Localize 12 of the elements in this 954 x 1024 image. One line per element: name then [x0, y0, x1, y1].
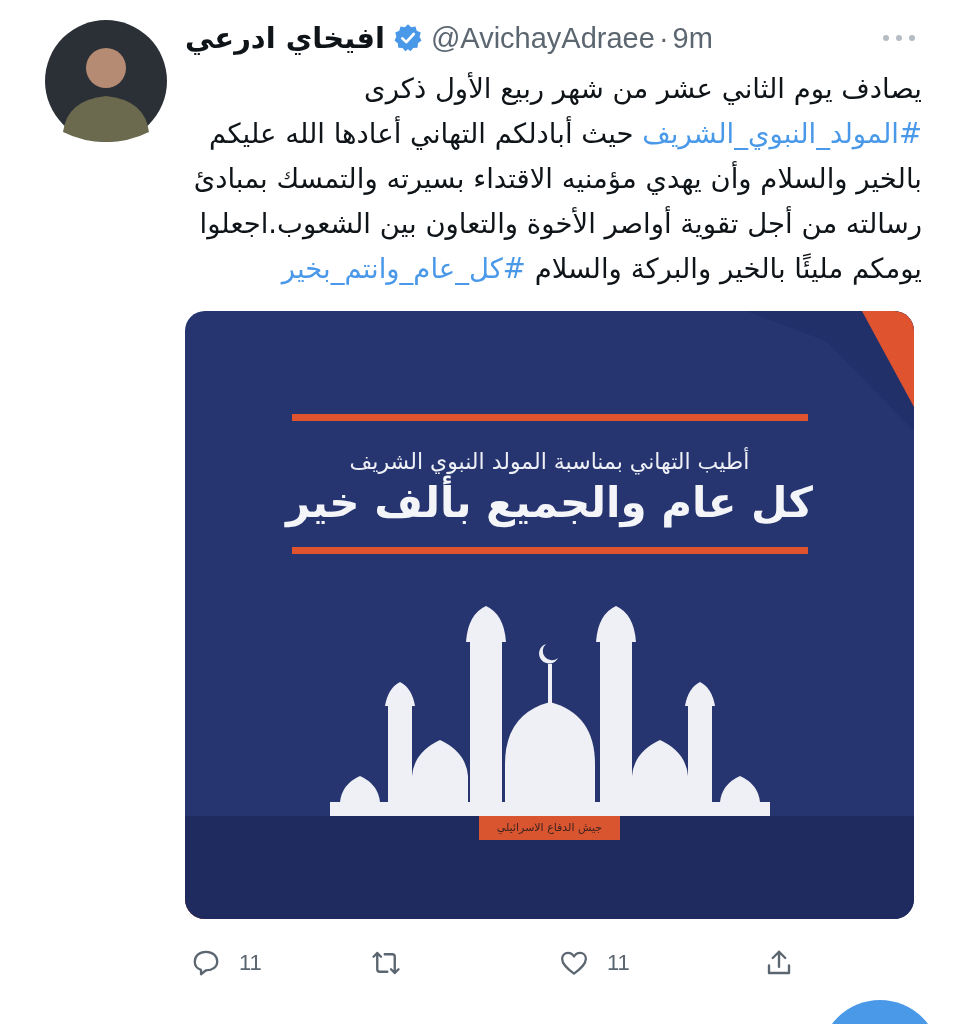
like-button[interactable]: 11	[559, 948, 630, 978]
image-subtitle: أطيب التهاني بمناسبة المولد النبوي الشريف	[349, 449, 750, 474]
tweet-text: يصادف يوم الثاني عشر من شهر ربيع الأول ذكرى #المولد_النبوي_الشريف حيث أبادلكم التهاني أعادها الله عليكم بالخير والسلام وأن يهدي مؤمنيه الاقتداء بسيرته والتمسك بمبادئ رسالته من أجل تقوية أواصر الأخوة والتعاون بين الشعوب.اجعلوا يومكم مليئًا بالخير والبركة والسلام #كل_عام_وانتم_بخير	[192, 71, 922, 287]
separator-dot: ·	[658, 21, 669, 55]
reply-icon[interactable]	[191, 948, 221, 978]
avatar[interactable]	[45, 20, 167, 142]
tweet-time[interactable]: 9m	[672, 21, 713, 55]
logo-label: جيش الدفاع الاسرائيلي	[478, 816, 621, 840]
greeting-image[interactable]: أطيب التهاني بمناسبة المولد النبوي الشريف كل عام والجميع بألف خير جيش الدفاع الاسرائيلي	[185, 311, 914, 919]
author-handle[interactable]: @AvichayAdraee	[430, 21, 655, 55]
author-name[interactable]: افيخاي ادرعي	[185, 21, 385, 55]
reply-button[interactable]: 11	[191, 948, 262, 978]
